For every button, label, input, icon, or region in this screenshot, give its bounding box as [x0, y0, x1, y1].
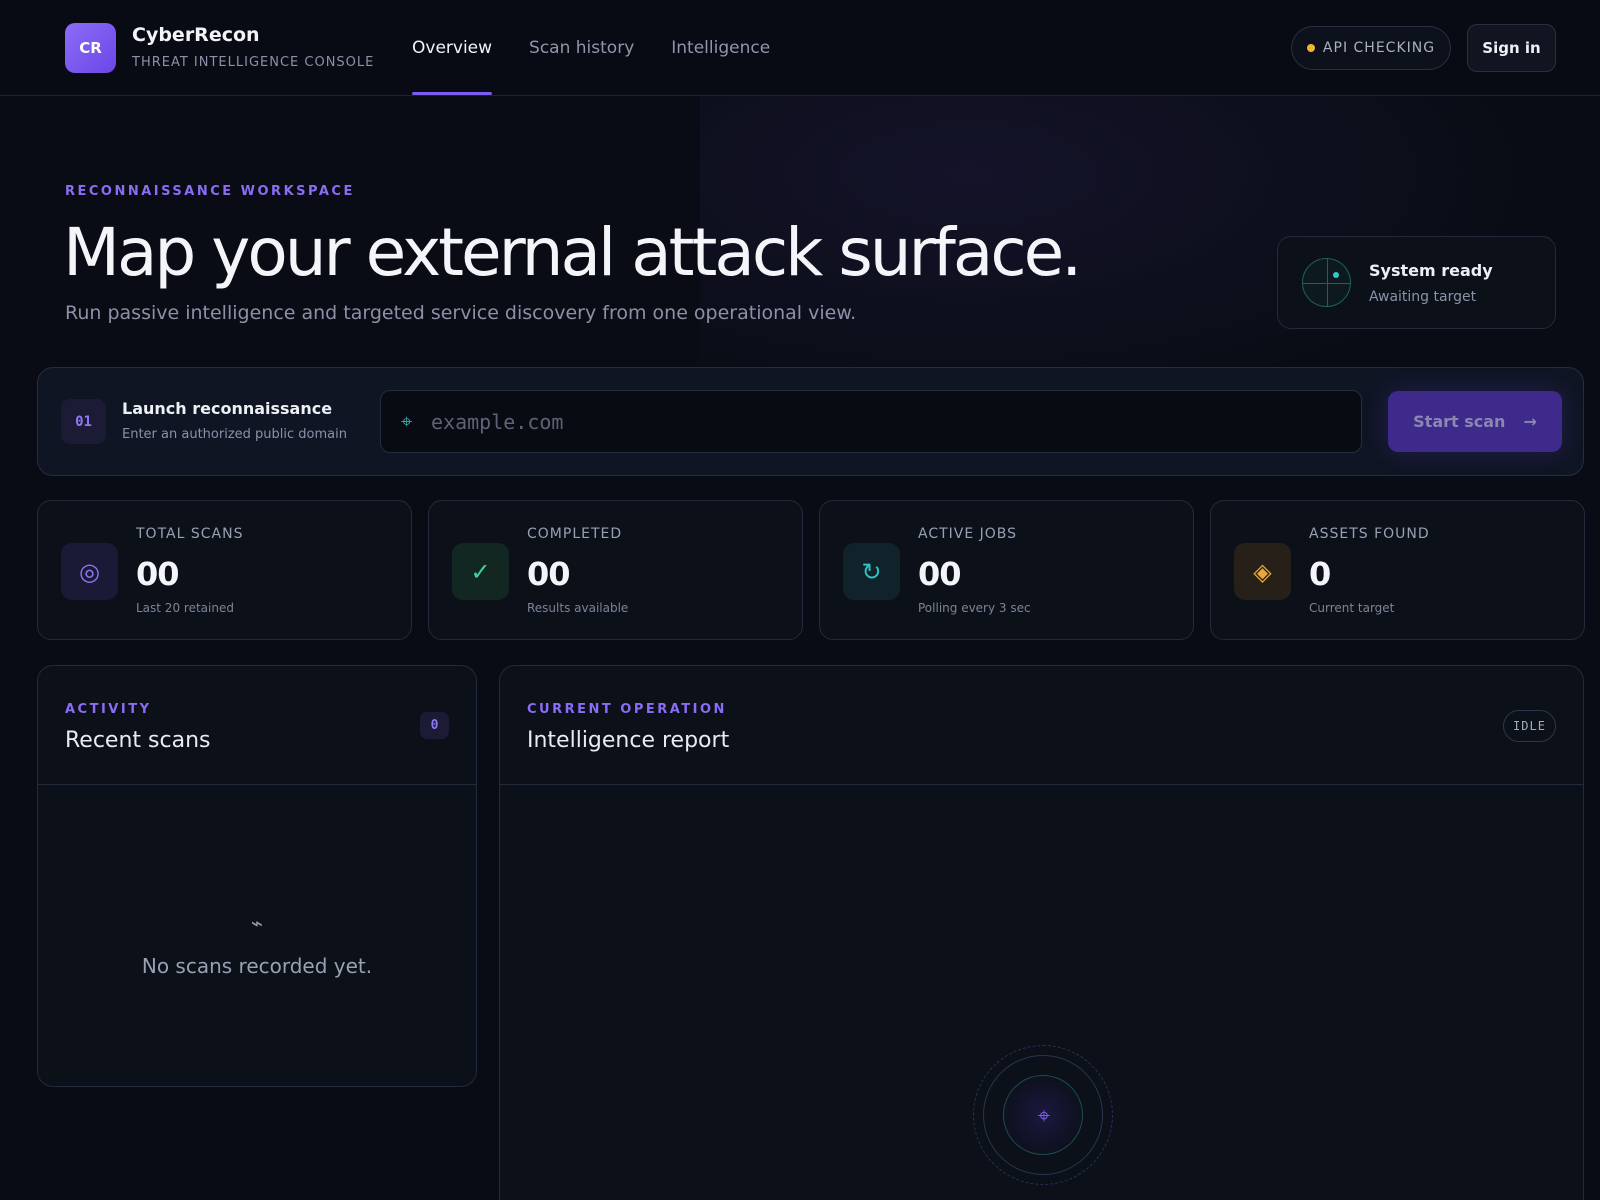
arrow-right-icon: → — [1523, 412, 1537, 431]
crosshair-icon: ⌖ — [1037, 1103, 1051, 1129]
radar-blip — [1333, 272, 1339, 278]
stat-label: TOTAL SCANS — [136, 526, 244, 542]
radar-icon — [1302, 258, 1351, 307]
system-status-card: System ready Awaiting target — [1277, 236, 1556, 329]
panel-header: ACTIVITY Recent scans 0 — [38, 666, 476, 785]
recent-scans-panel: ACTIVITY Recent scans 0 ⌁ No scans recor… — [37, 665, 477, 1087]
top-bar: CR CyberRecon THREAT INTELLIGENCE CONSOL… — [0, 0, 1600, 96]
stat-value: 00 — [918, 555, 962, 593]
main-nav: Overview Scan history Intelligence — [412, 0, 807, 95]
panel-title: Intelligence report — [527, 728, 730, 753]
launch-title: Launch reconnaissance — [122, 399, 333, 418]
step-badge: 01 — [61, 399, 106, 444]
status-badge: IDLE — [1503, 710, 1556, 742]
stat-card-active-jobs: ↻ ACTIVE JOBS 00 Polling every 3 sec — [819, 500, 1194, 640]
domain-field[interactable]: ⌖ — [380, 390, 1362, 453]
stat-label: COMPLETED — [527, 526, 623, 542]
api-status-text: API CHECKING — [1322, 40, 1436, 56]
stat-label: ACTIVE JOBS — [918, 526, 1018, 542]
page-subtitle: Run passive intelligence and targeted se… — [65, 302, 857, 324]
app-logo[interactable]: CR — [65, 23, 116, 73]
nav-scan-history[interactable]: Scan history — [529, 0, 634, 95]
launch-panel: 01 Launch reconnaissance Enter an author… — [37, 367, 1584, 476]
stat-value: 00 — [136, 555, 180, 593]
stat-card-assets-found: ◈ ASSETS FOUND 0 Current target — [1210, 500, 1585, 640]
stat-note: Results available — [527, 601, 629, 615]
panel-header: CURRENT OPERATION Intelligence report ID… — [500, 666, 1583, 785]
target-icon: ⌖ — [401, 409, 413, 433]
nav-overview[interactable]: Overview — [412, 0, 493, 95]
brand-tagline: THREAT INTELLIGENCE CONSOLE — [132, 55, 375, 70]
scope-graphic: ⌖ — [973, 1045, 1113, 1185]
sign-in-button[interactable]: Sign in — [1467, 24, 1556, 72]
scan-count-badge: 0 — [420, 712, 449, 739]
stat-value: 00 — [527, 555, 571, 593]
panel-eyebrow: ACTIVITY — [65, 702, 152, 717]
nav-intelligence[interactable]: Intelligence — [671, 0, 770, 95]
brand-name: CyberRecon — [132, 24, 260, 46]
page-title: Map your external attack surface. — [63, 214, 1082, 291]
system-status-subtitle: Awaiting target — [1369, 289, 1477, 305]
intelligence-report-panel: CURRENT OPERATION Intelligence report ID… — [499, 665, 1584, 1200]
panel-title: Recent scans — [65, 728, 211, 753]
stat-note: Last 20 retained — [136, 601, 234, 615]
diamond-icon: ◈ — [1234, 543, 1291, 600]
panel-eyebrow: CURRENT OPERATION — [527, 702, 727, 717]
stat-card-total-scans: ◎ TOTAL SCANS 00 Last 20 retained — [37, 500, 412, 640]
system-status-title: System ready — [1369, 261, 1493, 280]
empty-state-text: No scans recorded yet. — [141, 954, 373, 978]
target-circle-icon: ◎ — [61, 543, 118, 600]
refresh-icon: ↻ — [843, 543, 900, 600]
check-icon: ✓ — [452, 543, 509, 600]
launch-subtitle: Enter an authorized public domain — [122, 427, 347, 442]
stat-value: 0 — [1309, 555, 1331, 593]
hero-eyebrow: RECONNAISSANCE WORKSPACE — [65, 184, 355, 199]
pulse-icon: ⌁ — [250, 911, 264, 935]
stat-label: ASSETS FOUND — [1309, 526, 1430, 542]
stat-note: Polling every 3 sec — [918, 601, 1031, 615]
domain-input[interactable] — [431, 391, 1331, 452]
stat-card-completed: ✓ COMPLETED 00 Results available — [428, 500, 803, 640]
api-status-pill: API CHECKING — [1291, 26, 1451, 70]
start-scan-label: Start scan — [1413, 412, 1506, 431]
start-scan-button[interactable]: Start scan → — [1388, 391, 1562, 452]
status-dot-icon — [1306, 44, 1315, 52]
stat-note: Current target — [1309, 601, 1395, 615]
